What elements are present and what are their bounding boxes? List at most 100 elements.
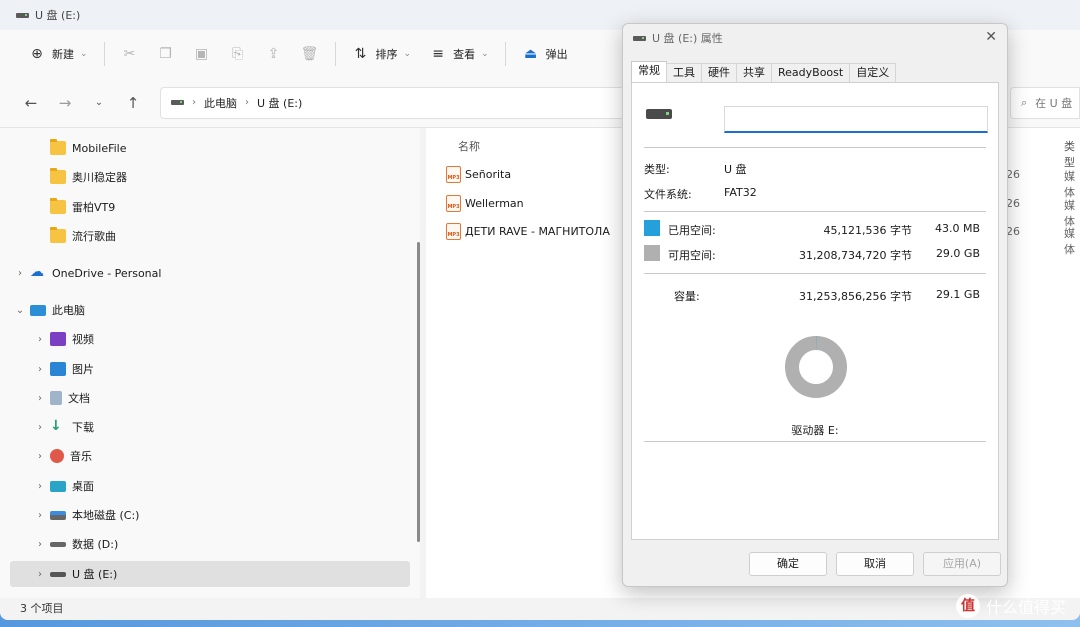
usb-drive-icon <box>50 571 66 577</box>
chevron-down-icon[interactable]: ⌄ <box>10 305 30 316</box>
sidebar-item-mobilefile[interactable]: MobileFile <box>10 135 410 161</box>
up-arrow-icon[interactable]: ↑ <box>120 94 146 112</box>
dialog-title-bar[interactable]: U 盘 (E:) 属性 ✕ <box>623 24 1007 52</box>
file-row[interactable]: MP3 Wellerman <box>446 191 524 215</box>
breadcrumb-usb-drive[interactable]: U 盘 (E:) <box>257 95 302 111</box>
back-arrow-icon[interactable]: ← <box>18 94 44 112</box>
sidebar-item-music[interactable]: › 音乐 <box>10 443 410 469</box>
chevron-right-icon[interactable]: › <box>30 451 50 462</box>
apply-button[interactable]: 应用(A) <box>923 552 1001 576</box>
sidebar-item-onedrive[interactable]: › ☁ OneDrive - Personal <box>10 260 410 286</box>
site-watermark: 值 什么值得买 <box>955 594 1066 618</box>
item-count: 3 个项目 <box>20 602 64 615</box>
watermark-text: 什么值得买 <box>985 598 1066 617</box>
new-button[interactable]: ⊕ 新建 ⌄ <box>22 38 94 70</box>
sidebar-item-label: 下载 <box>72 421 94 434</box>
sidebar-item-videos[interactable]: › 视频 <box>10 326 410 352</box>
column-header-name[interactable]: 名称 <box>458 138 480 154</box>
tab-tools[interactable]: 工具 <box>666 63 702 82</box>
sidebar-item-label: U 盘 (E:) <box>72 568 118 581</box>
ok-button[interactable]: 确定 <box>749 552 827 576</box>
paste-button[interactable]: ▣ <box>187 38 217 70</box>
recent-chevron-icon[interactable]: ⌄ <box>86 97 112 108</box>
folder-icon <box>50 227 66 243</box>
tab-sharing[interactable]: 共享 <box>736 63 772 82</box>
sidebar-item-local-disk-c[interactable]: › 本地磁盘 (C:) <box>10 502 410 528</box>
chevron-right-icon[interactable]: › <box>30 569 50 580</box>
rename-icon: ⎘ <box>231 46 244 62</box>
divider <box>644 147 986 148</box>
trash-icon: 🗑 <box>300 46 319 62</box>
used-space-size: 43.0 MB <box>934 222 980 235</box>
used-space-bytes: 45,121,536 字节 <box>823 224 912 237</box>
mp3-file-icon: MP3 <box>446 165 461 183</box>
chevron-down-icon: ⌄ <box>481 49 489 59</box>
volume-label-input[interactable] <box>724 106 988 133</box>
sidebar-item-label: OneDrive - Personal <box>52 266 162 280</box>
chevron-down-icon: ⌄ <box>403 49 412 59</box>
sidebar-item-label: 图片 <box>72 363 94 376</box>
chevron-right-icon[interactable]: › <box>30 364 50 375</box>
sort-button[interactable]: ⇅ 排序 ⌄ <box>346 38 418 70</box>
sidebar-item-desktop[interactable]: › 桌面 <box>10 473 410 499</box>
capacity-label: 容量: <box>674 290 700 303</box>
sidebar-item-label: 桌面 <box>72 480 94 493</box>
sidebar-item-this-pc[interactable]: ⌄ 此电脑 <box>10 297 410 323</box>
sidebar-item-rapoo[interactable]: 雷柏VT9 <box>10 194 410 220</box>
chevron-right-icon[interactable]: › <box>30 539 50 550</box>
mp3-file-icon: MP3 <box>446 222 461 240</box>
chevron-right-icon[interactable]: › <box>30 510 50 521</box>
sidebar-item-data-d[interactable]: › 数据 (D:) <box>10 531 410 557</box>
copy-button[interactable]: ❐ <box>151 38 181 70</box>
sidebar-item-downloads[interactable]: › ↓ 下载 <box>10 414 410 440</box>
scissors-icon: ✂ <box>123 46 136 62</box>
column-header-type[interactable]: 类型 <box>1064 138 1080 170</box>
download-icon: ↓ <box>50 418 62 434</box>
delete-button[interactable]: 🗑 <box>295 38 325 70</box>
type-label: 类型: <box>644 163 670 176</box>
sidebar-item-documents[interactable]: › 文档 <box>10 385 410 411</box>
new-button-label: 新建 <box>52 48 74 61</box>
sidebar-item-pictures[interactable]: › 图片 <box>10 356 410 382</box>
copy-icon: ❐ <box>159 46 172 62</box>
sidebar-item-usb-e[interactable]: › U 盘 (E:) <box>10 561 410 587</box>
tab-readyboost[interactable]: ReadyBoost <box>771 63 851 82</box>
view-button[interactable]: ≡ 查看 ⌄ <box>423 38 495 70</box>
close-icon[interactable]: ✕ <box>985 29 997 45</box>
tab-general[interactable]: 常规 <box>631 61 667 82</box>
tab-hardware[interactable]: 硬件 <box>701 63 737 82</box>
chevron-right-icon[interactable]: › <box>30 393 50 404</box>
cancel-button[interactable]: 取消 <box>836 552 914 576</box>
breadcrumb-this-pc[interactable]: 此电脑 <box>204 95 237 111</box>
system-drive-icon <box>50 510 66 520</box>
chevron-right-icon[interactable]: › <box>30 334 50 345</box>
tab-customize[interactable]: 自定义 <box>849 63 897 82</box>
music-icon <box>50 449 64 463</box>
sidebar-item-label: 雷柏VT9 <box>72 201 116 214</box>
general-tab-panel: 类型: U 盘 文件系统: FAT32 已用空间: 45,121,536 字节 … <box>631 82 999 540</box>
usb-drive-icon <box>633 35 646 41</box>
search-input[interactable]: ⌕ 在 U 盘 <box>1010 87 1080 119</box>
used-space-swatch <box>644 220 660 236</box>
eject-button[interactable]: ⏏ 弹出 <box>516 38 574 70</box>
chevron-right-icon[interactable]: › <box>30 422 50 433</box>
file-row[interactable]: MP3 Señorita <box>446 162 511 186</box>
cut-button[interactable]: ✂ <box>115 38 145 70</box>
rename-button[interactable]: ⎘ <box>223 38 253 70</box>
sidebar-item-label: MobileFile <box>72 141 127 155</box>
sidebar-item-pop-songs[interactable]: 流行歌曲 <box>10 223 410 249</box>
divider <box>644 211 986 212</box>
toolbar-divider <box>103 42 105 66</box>
view-button-label: 查看 <box>453 48 476 61</box>
forward-arrow-icon[interactable]: → <box>52 94 78 112</box>
sidebar-item-stabilizer[interactable]: 奥川稳定器 <box>10 164 410 190</box>
sidebar-scrollbar[interactable] <box>417 242 420 542</box>
chevron-right-icon[interactable]: › <box>10 268 30 279</box>
chevron-right-icon[interactable]: › <box>30 481 50 492</box>
share-button[interactable]: ⇪ <box>259 38 289 70</box>
drive-icon <box>50 541 66 547</box>
free-space-bytes: 31,208,734,720 字节 <box>799 249 912 262</box>
status-bar: 3 个项目 <box>0 598 1080 620</box>
file-row[interactable]: MP3 ДЕТИ RAVE - МАГНИТОЛА <box>446 219 610 243</box>
free-space-label: 可用空间: <box>668 249 716 262</box>
